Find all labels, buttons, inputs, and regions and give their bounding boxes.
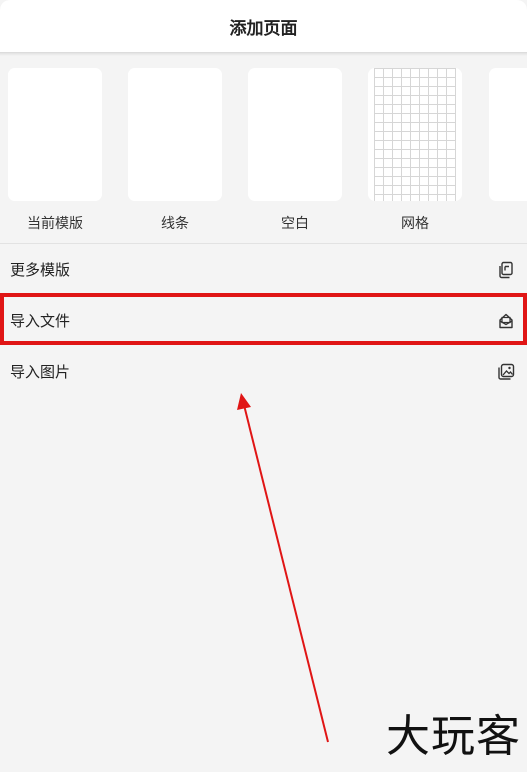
template-thumbnail-lines[interactable] <box>128 68 222 201</box>
template-thumbnail-grid[interactable] <box>368 68 462 201</box>
template-blank[interactable]: 空白 <box>248 68 342 236</box>
more-templates-item[interactable]: 更多模版 <box>0 244 527 295</box>
template-label: 当前模版 <box>27 216 83 232</box>
template-thumbnail-dots[interactable] <box>489 68 527 201</box>
template-current[interactable]: 当前模版 <box>8 68 102 236</box>
template-label: 点 <box>489 213 527 233</box>
add-page-menu: 更多模版 导入文件 导入图片 <box>0 244 527 397</box>
template-icon <box>499 261 513 278</box>
import-image-item[interactable]: 导入图片 <box>0 346 527 397</box>
import-file-item[interactable]: 导入文件 <box>0 295 527 346</box>
template-label: 网格 <box>401 216 429 232</box>
grid-pattern <box>374 68 456 201</box>
template-thumbnail-blank[interactable] <box>248 68 342 201</box>
template-carousel[interactable]: 当前模版 线条 空白 网格 点 <box>0 68 527 240</box>
watermark-logo: 大玩客 <box>386 711 521 762</box>
more-templates-label: 更多模版 <box>10 261 71 279</box>
header-shadow <box>0 52 527 56</box>
sheet-header: 添加页面 <box>0 0 527 52</box>
template-label: 空白 <box>281 216 309 232</box>
page-title: 添加页面 <box>229 18 298 39</box>
template-label: 线条 <box>161 216 189 232</box>
import-file-label: 导入文件 <box>10 312 71 330</box>
file-import-icon <box>499 313 513 328</box>
template-thumbnail-lines[interactable] <box>8 68 102 201</box>
import-image-label: 导入图片 <box>10 363 71 381</box>
template-lines[interactable]: 线条 <box>128 68 222 236</box>
image-icon <box>498 363 515 380</box>
template-grid[interactable]: 网格 <box>368 68 462 236</box>
template-dots[interactable]: 点 <box>489 68 527 236</box>
